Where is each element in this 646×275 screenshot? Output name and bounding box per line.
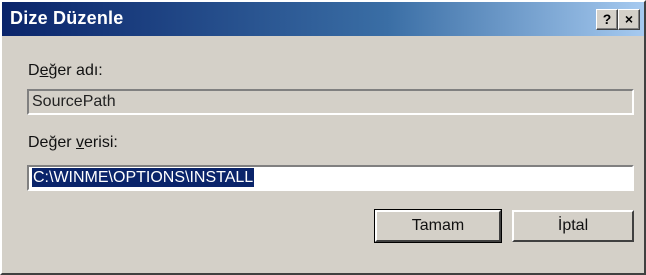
- dialog-title: Dize Düzenle: [10, 8, 124, 28]
- value-name-text: SourcePath: [32, 93, 116, 110]
- edit-string-dialog: Dize Düzenle ? × Değer adı: SourcePath D…: [0, 0, 646, 275]
- title-bar[interactable]: Dize Düzenle ? ×: [2, 2, 644, 36]
- help-button[interactable]: ?: [596, 9, 618, 30]
- selected-text: C:\WINME\OPTIONS\INSTALL: [32, 168, 255, 187]
- cancel-button[interactable]: İptal: [512, 210, 634, 242]
- ok-button[interactable]: Tamam: [374, 209, 502, 243]
- close-button[interactable]: ×: [618, 9, 640, 30]
- value-data-label: Değer verisi:: [28, 134, 118, 151]
- value-name-label: Değer adı:: [28, 62, 103, 79]
- value-data-input[interactable]: C:\WINME\OPTIONS\INSTALL: [27, 165, 634, 191]
- value-name-field[interactable]: SourcePath: [27, 89, 634, 115]
